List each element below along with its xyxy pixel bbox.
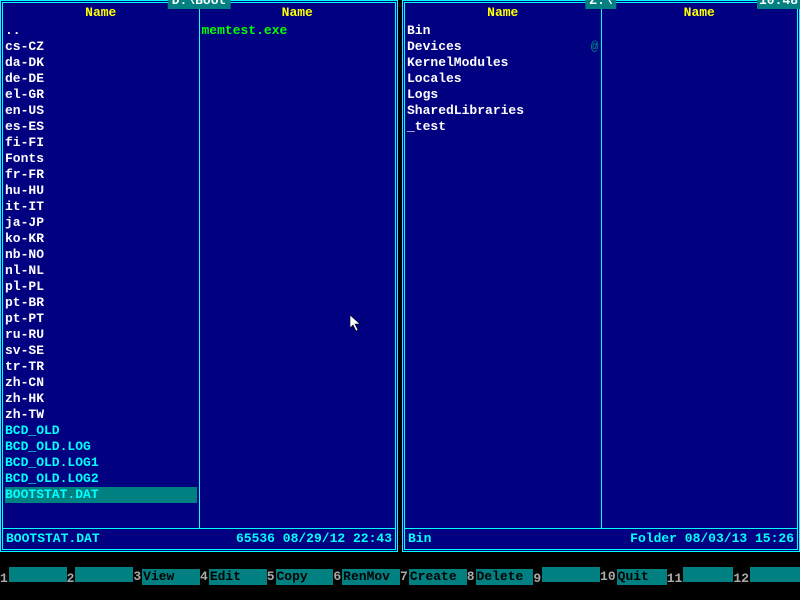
fkey-number: 8 xyxy=(467,569,476,585)
left-status-bar: BOOTSTAT.DAT 65536 08/29/12 22:43 xyxy=(3,528,395,549)
left-panel-title: D:\Boot xyxy=(168,0,231,9)
list-item[interactable]: da-DK xyxy=(5,55,197,71)
fkey-label: Delete xyxy=(476,569,534,585)
fkey-number: 4 xyxy=(200,569,209,585)
fkey-label xyxy=(75,567,133,582)
right-col1-listing[interactable]: BinDevicesKernelModulesLocalesLogsShared… xyxy=(405,23,601,528)
right-col1-header: Name xyxy=(405,3,601,23)
list-item[interactable]: BCD_OLD xyxy=(5,423,197,439)
right-status-meta: Folder 08/03/13 15:26 xyxy=(630,531,794,547)
list-item[interactable]: fr-FR xyxy=(5,167,197,183)
fkey-label xyxy=(683,567,733,582)
right-panel-title: Z:\ xyxy=(585,0,616,9)
list-item[interactable]: ko-KR xyxy=(5,231,197,247)
left-status-name: BOOTSTAT.DAT xyxy=(6,531,100,547)
list-item[interactable]: it-IT xyxy=(5,199,197,215)
fkey-number: 1 xyxy=(0,571,9,587)
fkey-8[interactable]: 8Delete xyxy=(467,569,534,585)
fkey-number: 2 xyxy=(67,571,76,587)
list-item[interactable]: nb-NO xyxy=(5,247,197,263)
list-item[interactable]: es-ES xyxy=(5,119,197,135)
right-status-bar: Bin Folder 08/03/13 15:26 xyxy=(405,528,797,549)
list-item[interactable]: Locales xyxy=(407,71,599,87)
fkey-number: 11 xyxy=(667,571,684,587)
fkey-10[interactable]: 10Quit xyxy=(600,569,667,585)
list-item[interactable]: Bin xyxy=(407,23,599,39)
list-item[interactable]: zh-CN xyxy=(5,375,197,391)
fkey-7[interactable]: 7Create xyxy=(400,569,467,585)
list-item[interactable]: BOOTSTAT.DAT xyxy=(5,487,197,503)
fkey-1[interactable]: 1 xyxy=(0,567,67,587)
fkey-label: Edit xyxy=(209,569,267,585)
list-item[interactable]: ja-JP xyxy=(5,215,197,231)
list-item[interactable]: de-DE xyxy=(5,71,197,87)
list-item[interactable]: fi-FI xyxy=(5,135,197,151)
fkey-2[interactable]: 2 xyxy=(67,567,134,587)
list-item[interactable]: pt-BR xyxy=(5,295,197,311)
list-item[interactable]: hu-HU xyxy=(5,183,197,199)
list-item[interactable]: SharedLibraries xyxy=(407,103,599,119)
list-item[interactable]: pt-PT xyxy=(5,311,197,327)
list-item[interactable]: KernelModules xyxy=(407,55,599,71)
fkey-number: 5 xyxy=(267,569,276,585)
list-item[interactable]: zh-HK xyxy=(5,391,197,407)
fkey-label: RenMov xyxy=(342,569,400,585)
list-item[interactable]: _test xyxy=(407,119,599,135)
list-item[interactable]: Logs xyxy=(407,87,599,103)
fkey-label xyxy=(750,567,800,582)
left-col2-listing[interactable]: memtest.exe xyxy=(200,23,396,528)
fkey-5[interactable]: 5Copy xyxy=(267,569,334,585)
list-item[interactable]: tr-TR xyxy=(5,359,197,375)
fkey-label: Copy xyxy=(276,569,334,585)
fkey-label: Create xyxy=(409,569,467,585)
left-panel: D:\Boot Name ..cs-CZda-DKde-DEel-GRen-US… xyxy=(0,0,398,552)
clock: 10:48 xyxy=(757,0,800,9)
fkey-number: 3 xyxy=(133,569,142,585)
fkey-label xyxy=(9,567,67,582)
fkey-12[interactable]: 12 xyxy=(733,567,800,587)
right-panel: Z:\ 10:48 Name BinDevicesKernelModulesLo… xyxy=(402,0,800,552)
fkey-number: 12 xyxy=(733,571,750,587)
function-key-bar: 123View4Edit5Copy6RenMov7Create8Delete91… xyxy=(0,569,800,584)
fkey-number: 9 xyxy=(533,571,542,587)
list-item[interactable]: pl-PL xyxy=(5,279,197,295)
right-status-name: Bin xyxy=(408,531,431,547)
list-item[interactable]: nl-NL xyxy=(5,263,197,279)
list-item[interactable]: Devices xyxy=(407,39,599,55)
list-item[interactable]: BCD_OLD.LOG1 xyxy=(5,455,197,471)
list-item[interactable]: en-US xyxy=(5,103,197,119)
fkey-9[interactable]: 9 xyxy=(533,567,600,587)
list-item[interactable]: el-GR xyxy=(5,87,197,103)
fkey-label: View xyxy=(142,569,200,585)
list-item[interactable]: .. xyxy=(5,23,197,39)
list-item[interactable]: BCD_OLD.LOG xyxy=(5,439,197,455)
list-item[interactable]: zh-TW xyxy=(5,407,197,423)
list-item[interactable]: memtest.exe xyxy=(202,23,394,39)
list-item[interactable]: Fonts xyxy=(5,151,197,167)
fkey-number: 6 xyxy=(333,569,342,585)
fkey-11[interactable]: 11 xyxy=(667,567,734,587)
fkey-label: Quit xyxy=(617,569,667,585)
list-item[interactable]: sv-SE xyxy=(5,343,197,359)
fkey-6[interactable]: 6RenMov xyxy=(333,569,400,585)
fkey-4[interactable]: 4Edit xyxy=(200,569,267,585)
list-item[interactable]: cs-CZ xyxy=(5,39,197,55)
fkey-number: 7 xyxy=(400,569,409,585)
list-item[interactable]: BCD_OLD.LOG2 xyxy=(5,471,197,487)
right-col2-listing[interactable] xyxy=(602,23,798,528)
list-item[interactable]: ru-RU xyxy=(5,327,197,343)
left-col1-listing[interactable]: ..cs-CZda-DKde-DEel-GRen-USes-ESfi-FIFon… xyxy=(3,23,199,528)
fkey-number: 10 xyxy=(600,569,617,585)
fkey-label xyxy=(542,567,600,582)
left-status-meta: 65536 08/29/12 22:43 xyxy=(236,531,392,547)
fkey-3[interactable]: 3View xyxy=(133,569,200,585)
